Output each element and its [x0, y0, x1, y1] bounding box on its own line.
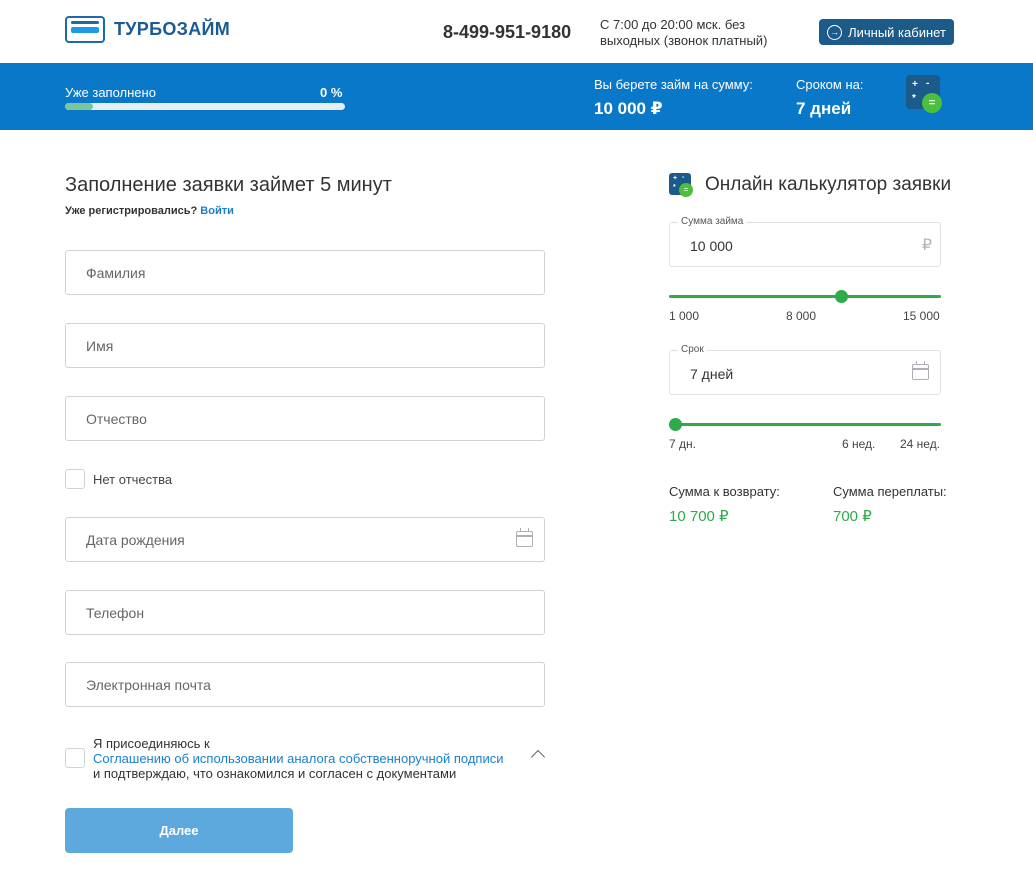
- email-input[interactable]: [66, 663, 544, 706]
- summary-bar: Уже заполнено 0 % Вы берете займ на сумм…: [0, 63, 1033, 130]
- loan-term-value: 7 дней: [796, 99, 852, 118]
- brand-logo[interactable]: ТУРБОЗАЙМ: [65, 16, 230, 43]
- middle-name-input[interactable]: [66, 397, 544, 440]
- birth-date-field[interactable]: [65, 517, 545, 562]
- overpay-value: 700 ₽: [833, 508, 872, 525]
- first-name-field[interactable]: [65, 323, 545, 368]
- calculator-title: Онлайн калькулятор заявки: [705, 174, 952, 195]
- email-field[interactable]: [65, 662, 545, 707]
- return-sum-label: Сумма к возврату:: [669, 484, 780, 499]
- loan-sum-value: 10 000 ₽: [594, 99, 663, 118]
- personal-account-label: Личный кабинет: [848, 24, 946, 40]
- term-slider-handle[interactable]: [669, 418, 682, 431]
- first-name-input[interactable]: [66, 324, 544, 367]
- last-name-field[interactable]: [65, 250, 545, 295]
- agreement-checkbox[interactable]: [65, 748, 85, 768]
- working-hours: С 7:00 до 20:00 мск. без выходных (звоно…: [600, 17, 768, 48]
- amount-slider[interactable]: [669, 290, 941, 303]
- progress-label: Уже заполнено: [65, 85, 156, 100]
- progress-track: [65, 103, 345, 110]
- agreement-text: Я присоединяюсь к Соглашению об использо…: [93, 736, 543, 781]
- calculator-icon: + - * =: [669, 173, 693, 197]
- birth-date-input[interactable]: [66, 518, 544, 561]
- calculator-icon[interactable]: + - * =: [906, 75, 942, 113]
- term-slider[interactable]: [669, 418, 941, 431]
- term-tick-mid: 6 нед.: [842, 437, 876, 451]
- calendar-icon[interactable]: [516, 528, 533, 547]
- card-logo-icon: [65, 16, 105, 43]
- amount-tick-min: 1 000: [669, 309, 700, 323]
- agreement-suffix: и подтверждаю, что ознакомился и согласе…: [93, 766, 457, 781]
- site-header: ТУРБОЗАЙМ 8-499-951-9180 С 7:00 до 20:00…: [0, 0, 1033, 63]
- last-name-input[interactable]: [66, 251, 544, 294]
- amount-slider-handle[interactable]: [834, 290, 848, 303]
- calendar-icon[interactable]: [912, 361, 929, 380]
- term-tick-max: 24 нед.: [900, 437, 941, 451]
- amount-tick-max: 15 000: [903, 309, 940, 323]
- overpay-label: Сумма переплаты:: [833, 484, 947, 499]
- phone-input[interactable]: [66, 591, 544, 634]
- progress-percent: 0 %: [320, 85, 343, 100]
- loan-amount-field[interactable]: Сумма займа 10 000 ₽: [669, 216, 941, 267]
- brand-name: ТУРБОЗАЙМ: [114, 19, 231, 39]
- return-sum-value: 10 700 ₽: [669, 508, 729, 525]
- loan-term-label: Срок: [678, 344, 707, 355]
- login-icon: →: [827, 24, 843, 40]
- loan-term-label: Сроком на:: [796, 77, 864, 92]
- term-tick-min: 7 дн.: [669, 437, 696, 451]
- login-link[interactable]: Войти: [200, 205, 234, 217]
- loan-term-value[interactable]: 7 дней: [690, 366, 733, 382]
- middle-name-field[interactable]: [65, 396, 545, 441]
- loan-sum-label: Вы берете займ на сумму:: [594, 77, 753, 92]
- no-middle-name-label[interactable]: Нет отчества: [93, 472, 172, 487]
- registered-text: Уже регистрировались?: [65, 205, 198, 217]
- next-button[interactable]: Далее: [65, 808, 293, 853]
- amount-tick-mid: 8 000: [786, 309, 817, 323]
- loan-term-field[interactable]: Срок 7 дней: [669, 344, 941, 395]
- agreement-link[interactable]: Соглашению об использовании аналога собс…: [93, 751, 503, 766]
- personal-account-button[interactable]: → Личный кабинет: [819, 19, 954, 45]
- agreement-prefix: Я присоединяюсь к: [93, 736, 210, 751]
- no-middle-name-checkbox[interactable]: [65, 469, 85, 489]
- loan-amount-label: Сумма займа: [678, 216, 747, 227]
- progress-fill: [65, 103, 93, 110]
- registered-prompt: Уже регистрировались? Войти: [65, 205, 234, 217]
- phone-number[interactable]: 8-499-951-9180: [443, 22, 571, 43]
- ruble-icon: ₽: [921, 237, 932, 254]
- phone-field[interactable]: [65, 590, 545, 635]
- form-title: Заполнение заявки займет 5 минут: [65, 174, 392, 196]
- loan-amount-value[interactable]: 10 000: [690, 238, 733, 254]
